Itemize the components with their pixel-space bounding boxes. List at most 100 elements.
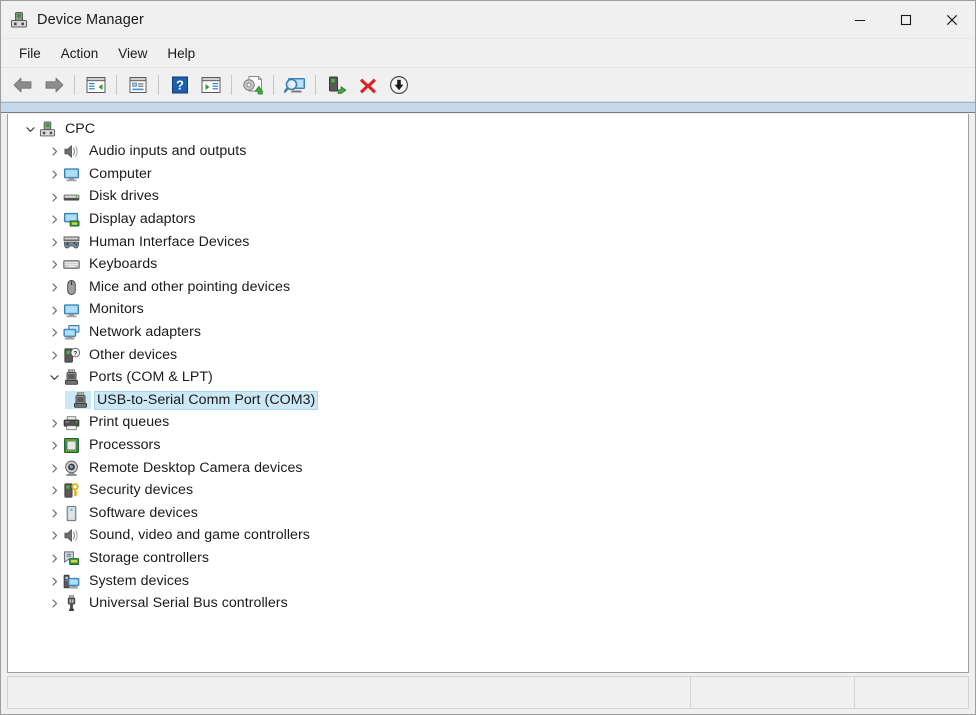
- close-button[interactable]: [929, 1, 975, 38]
- back-button[interactable]: [7, 70, 38, 99]
- content-area: CPC Audio inputs and outputs: [1, 113, 975, 673]
- tree-node-cpc[interactable]: CPC: [8, 118, 968, 141]
- chevron-right-icon[interactable]: [47, 548, 61, 570]
- menu-file[interactable]: File: [9, 43, 51, 64]
- tree-node-other-devices[interactable]: ? Other devices: [8, 344, 968, 367]
- chevron-right-icon[interactable]: [47, 480, 61, 502]
- security-key-icon: [61, 482, 81, 500]
- tree-node-usb-to-serial-comm-port-com3[interactable]: USB-to-Serial Comm Port (COM3): [8, 389, 968, 412]
- minimize-button[interactable]: [837, 1, 883, 38]
- separator-6: [315, 75, 316, 95]
- tree-node-processors[interactable]: Processors: [8, 434, 968, 457]
- status-panel-secondary: [690, 677, 854, 708]
- mouse-icon: [61, 278, 81, 296]
- tree-node-sound-video-and-game-controllers[interactable]: Sound, video and game controllers: [8, 525, 968, 548]
- chevron-right-icon[interactable]: [47, 299, 61, 321]
- tree-node-label: Other devices: [86, 346, 180, 365]
- show-hide-console-tree-button[interactable]: [80, 70, 111, 99]
- disk-drive-icon: [61, 188, 81, 206]
- properties-window-icon: [128, 76, 148, 94]
- tree-node-ports-com-and-lpt[interactable]: Ports (COM & LPT): [8, 367, 968, 390]
- display-adapter-icon: [61, 211, 81, 229]
- chevron-right-icon[interactable]: [47, 344, 61, 366]
- chevron-right-icon[interactable]: [47, 141, 61, 163]
- chevron-right-icon[interactable]: [47, 570, 61, 592]
- update-driver-icon: [242, 75, 264, 95]
- chevron-right-icon[interactable]: [47, 163, 61, 185]
- tree-node-display-adaptors[interactable]: Display adaptors: [8, 208, 968, 231]
- tree-node-keyboards[interactable]: Keyboards: [8, 254, 968, 277]
- tree-node-label: Computer: [86, 165, 155, 184]
- tree-node-computer[interactable]: Computer: [8, 163, 968, 186]
- menu-action[interactable]: Action: [51, 43, 109, 64]
- tree-node-system-devices[interactable]: System devices: [8, 570, 968, 593]
- tree-node-universal-serial-bus-controllers[interactable]: Universal Serial Bus controllers: [8, 592, 968, 615]
- back-arrow-icon: [12, 75, 34, 95]
- chevron-right-icon[interactable]: [47, 254, 61, 276]
- chevron-right-icon[interactable]: [47, 412, 61, 434]
- tree-node-monitors[interactable]: Monitors: [8, 299, 968, 322]
- chevron-right-icon[interactable]: [47, 457, 61, 479]
- speaker-icon: [61, 527, 81, 545]
- status-bar: [7, 676, 969, 709]
- tree-node-label: Mice and other pointing devices: [86, 278, 293, 297]
- scan-for-hardware-changes-button[interactable]: [279, 70, 310, 99]
- tree-node-print-queues[interactable]: Print queues: [8, 412, 968, 435]
- update-driver-button[interactable]: [237, 70, 268, 99]
- chevron-down-icon[interactable]: [47, 367, 61, 389]
- chevron-right-icon[interactable]: [47, 276, 61, 298]
- menu-bar: File Action View Help: [1, 39, 975, 68]
- tree-node-disk-drives[interactable]: Disk drives: [8, 186, 968, 209]
- tree-node-label: Human Interface Devices: [86, 233, 252, 252]
- help-button[interactable]: ?: [164, 70, 195, 99]
- tree-node-remote-desktop-camera-devices[interactable]: Remote Desktop Camera devices: [8, 457, 968, 480]
- separator-3: [158, 75, 159, 95]
- device-manager-icon: [10, 11, 28, 29]
- properties-button[interactable]: [122, 70, 153, 99]
- chevron-right-icon[interactable]: [47, 322, 61, 344]
- tree-node-label: Universal Serial Bus controllers: [86, 594, 291, 613]
- tree-node-software-devices[interactable]: Software devices: [8, 502, 968, 525]
- tree-node-label: Monitors: [86, 300, 147, 319]
- network-adapter-icon: [61, 324, 81, 342]
- chevron-right-icon[interactable]: [47, 231, 61, 253]
- webcam-icon: [61, 459, 81, 477]
- monitor-icon: [61, 301, 81, 319]
- title-bar: Device Manager: [1, 1, 975, 39]
- tree-node-label: Security devices: [86, 481, 196, 500]
- enable-device-button[interactable]: [321, 70, 352, 99]
- tree-node-label: USB-to-Serial Comm Port (COM3): [94, 391, 318, 410]
- chevron-down-icon[interactable]: [23, 118, 37, 140]
- tree-node-storage-controllers[interactable]: Storage controllers: [8, 547, 968, 570]
- content-accent-bar: [1, 102, 975, 113]
- menu-help[interactable]: Help: [157, 43, 205, 64]
- port-connector-icon: [61, 369, 81, 387]
- tree-node-network-adapters[interactable]: Network adapters: [8, 321, 968, 344]
- forward-button[interactable]: [38, 70, 69, 99]
- chevron-right-icon[interactable]: [47, 435, 61, 457]
- tree-node-mice-and-other-pointing-devices[interactable]: Mice and other pointing devices: [8, 276, 968, 299]
- tree-node-label: Sound, video and game controllers: [86, 526, 313, 545]
- menu-view[interactable]: View: [108, 43, 157, 64]
- chevron-right-icon[interactable]: [47, 502, 61, 524]
- tree-node-security-devices[interactable]: Security devices: [8, 480, 968, 503]
- tree-node-label: Remote Desktop Camera devices: [86, 459, 306, 478]
- separator-1: [74, 75, 75, 95]
- tree-node-audio-inputs-and-outputs[interactable]: Audio inputs and outputs: [8, 141, 968, 164]
- disable-device-button[interactable]: [383, 70, 414, 99]
- chevron-right-icon[interactable]: [47, 209, 61, 231]
- separator-2: [116, 75, 117, 95]
- tree-node-human-interface-devices[interactable]: Human Interface Devices: [8, 231, 968, 254]
- chevron-right-icon[interactable]: [47, 186, 61, 208]
- maximize-button[interactable]: [883, 1, 929, 38]
- toolbar: ?: [1, 68, 975, 102]
- tree-node-label: Keyboards: [86, 255, 160, 274]
- usb-controller-icon: [61, 595, 81, 613]
- show-hide-action-pane-button[interactable]: [195, 70, 226, 99]
- uninstall-device-button[interactable]: [352, 70, 383, 99]
- tree-node-label: Software devices: [86, 504, 201, 523]
- device-tree[interactable]: CPC Audio inputs and outputs: [7, 114, 969, 673]
- chevron-right-icon[interactable]: [47, 593, 61, 615]
- chevron-right-icon[interactable]: [47, 525, 61, 547]
- separator-5: [273, 75, 274, 95]
